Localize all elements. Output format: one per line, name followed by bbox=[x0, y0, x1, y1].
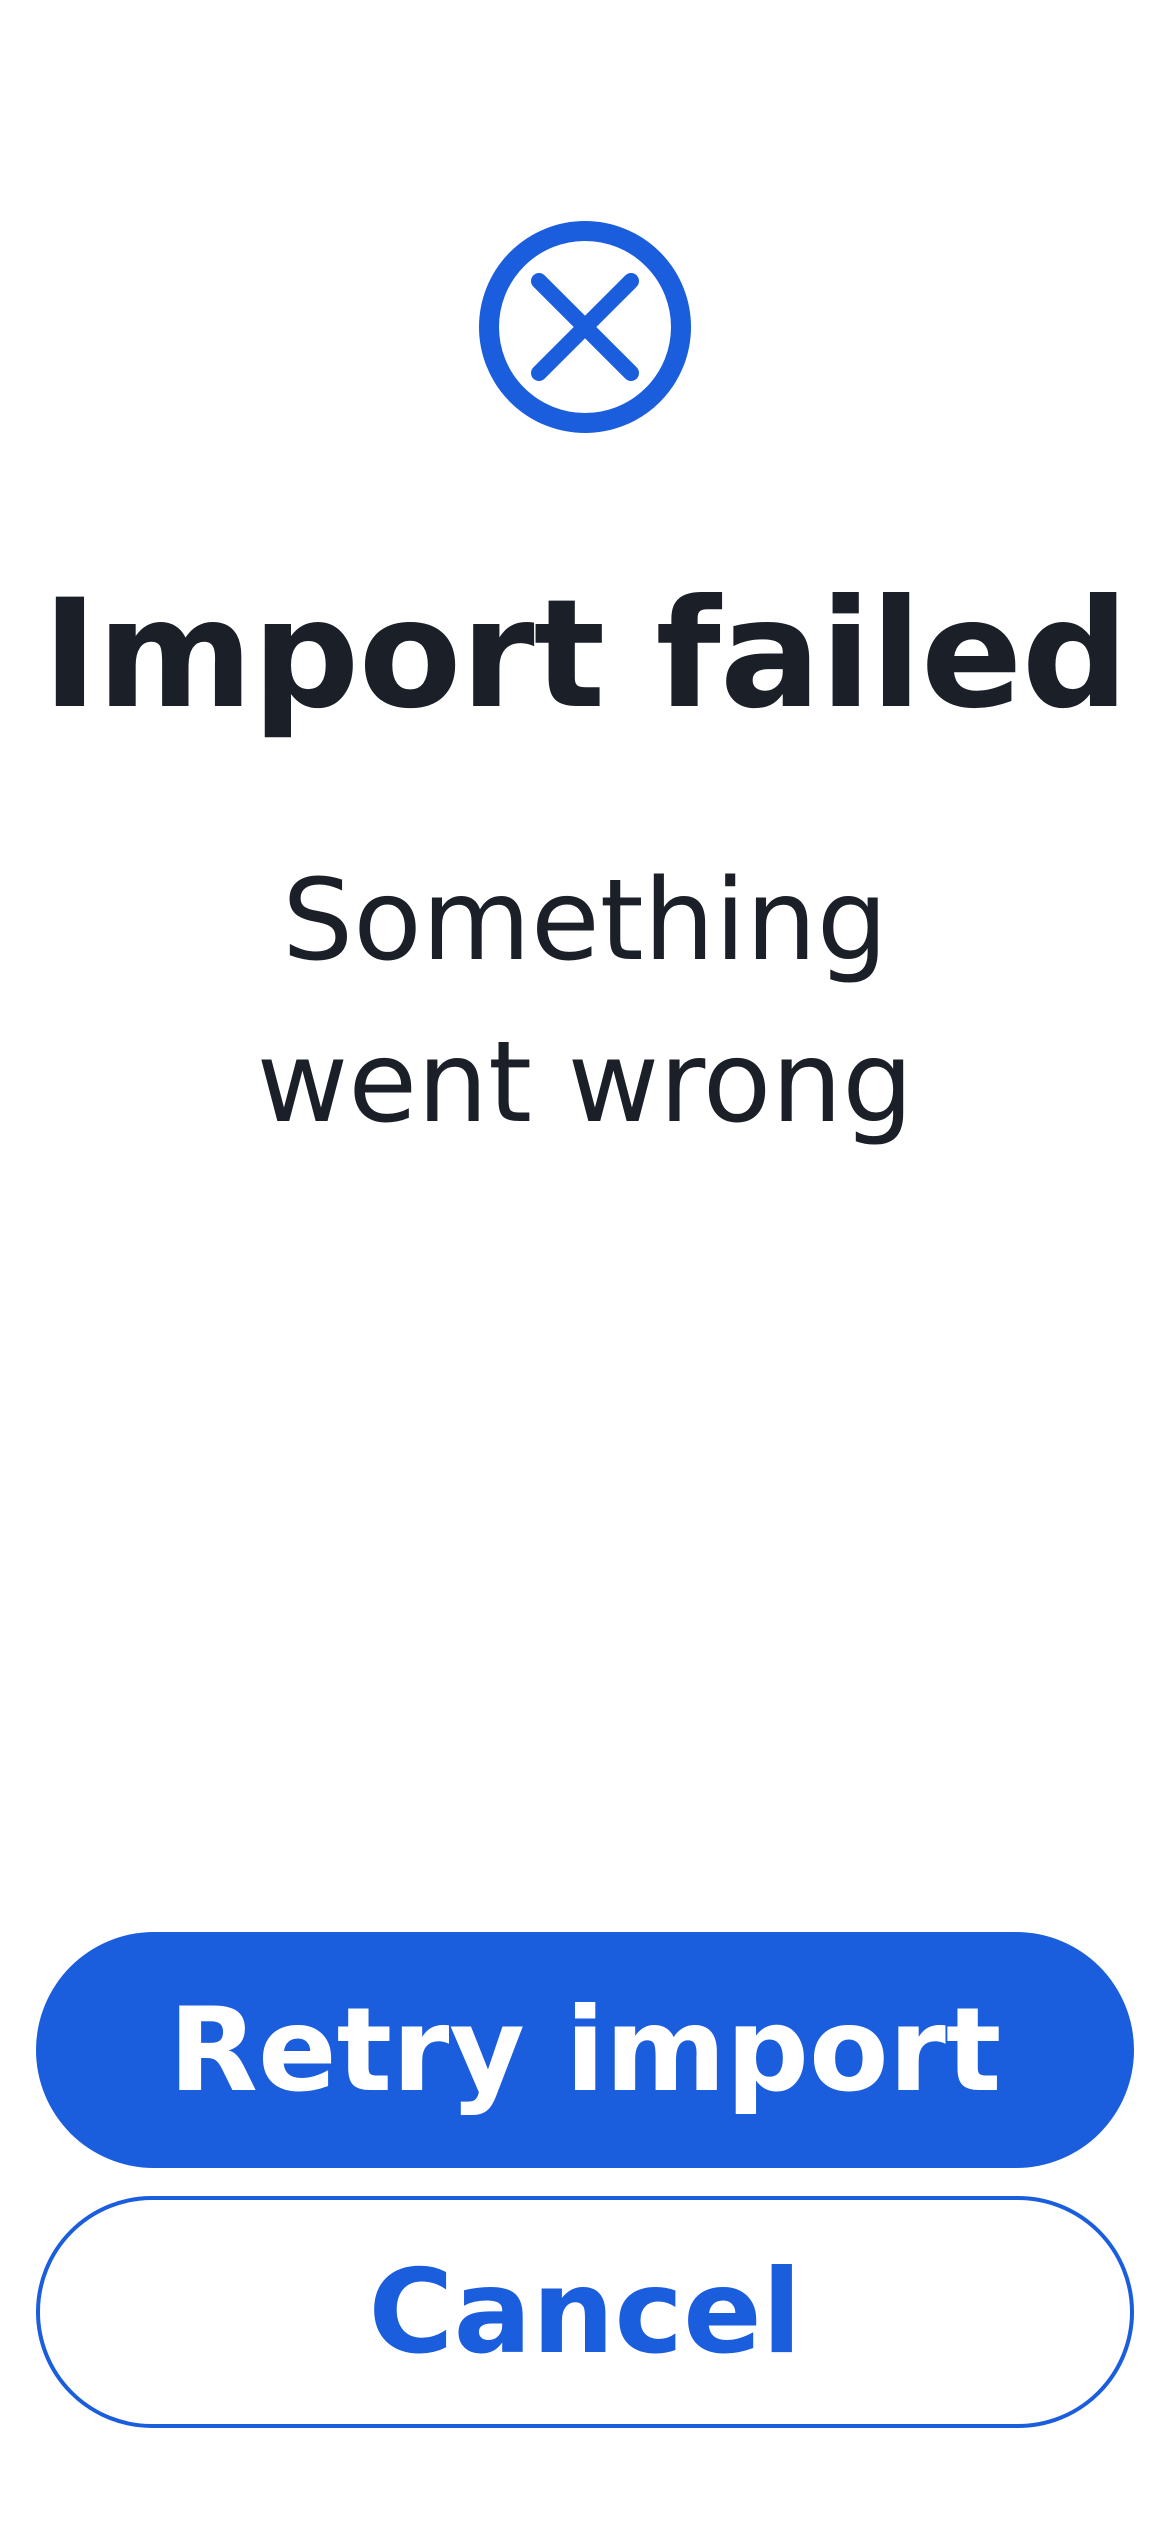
error-message: Something went wrong bbox=[185, 840, 985, 1164]
dialog-title: Import failed bbox=[42, 568, 1129, 742]
retry-import-button[interactable]: Retry import bbox=[36, 1932, 1134, 2168]
error-message-line-2: went wrong bbox=[256, 1018, 914, 1148]
close-circle-icon bbox=[478, 220, 692, 434]
error-message-line-1: Something bbox=[282, 856, 888, 986]
cancel-label: Cancel bbox=[368, 2244, 802, 2380]
cancel-button[interactable]: Cancel bbox=[36, 2196, 1134, 2428]
import-failed-screen: Import failed Something went wrong Retry… bbox=[0, 0, 1170, 2532]
retry-import-label: Retry import bbox=[168, 1982, 1002, 2118]
